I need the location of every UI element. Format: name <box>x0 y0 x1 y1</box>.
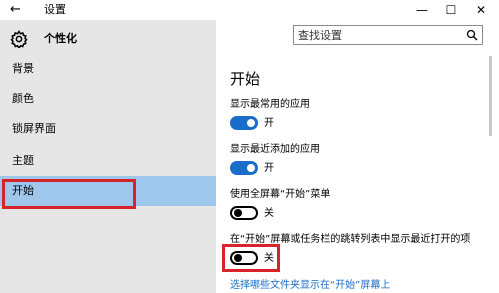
minimize-button[interactable]: — <box>412 1 432 19</box>
settings-window: ← 设置 — ☐ ✕ 个性化 背景 颜色 锁屏界面 主题 开始 查找设置 开始 … <box>0 0 499 293</box>
window-title: 设置 <box>44 3 66 16</box>
toggle-highlight-box <box>222 244 280 272</box>
toggle-knob <box>247 164 255 172</box>
setting-label: 使用全屏幕“开始”菜单 <box>230 189 331 200</box>
toggle-state-label: 开 <box>264 163 274 174</box>
toggle-state-label: 关 <box>264 208 274 219</box>
close-button[interactable]: ✕ <box>471 1 491 19</box>
sidebar-item-label: 背景 <box>12 62 34 75</box>
choose-folders-link[interactable]: 选择哪些文件夹显示在“开始”屏幕上 <box>230 279 390 292</box>
recently-added-apps-toggle[interactable] <box>230 161 258 175</box>
toggle-knob <box>234 209 242 217</box>
sidebar-item-colors[interactable]: 颜色 <box>0 84 216 114</box>
page-title: 开始 <box>230 70 261 88</box>
maximize-button[interactable]: ☐ <box>441 1 461 19</box>
full-screen-start-toggle[interactable] <box>230 206 258 220</box>
search-box[interactable] <box>293 25 483 45</box>
toggle-knob <box>247 119 255 127</box>
toggle-state-label: 开 <box>264 118 274 129</box>
sidebar-title: 个性化 <box>44 32 77 45</box>
sidebar-item-background[interactable]: 背景 <box>0 54 216 84</box>
sidebar-item-lock-screen[interactable]: 锁屏界面 <box>0 114 216 144</box>
search-icon[interactable] <box>466 29 478 41</box>
sidebar: 个性化 背景 颜色 锁屏界面 主题 开始 <box>0 20 216 293</box>
sidebar-item-label: 主题 <box>12 154 34 167</box>
selection-highlight-box <box>2 179 136 209</box>
sidebar-item-themes[interactable]: 主题 <box>0 146 216 176</box>
setting-label: 显示最近添加的应用 <box>230 144 320 155</box>
sidebar-item-label: 颜色 <box>12 92 34 105</box>
sidebar-header: 个性化 <box>0 26 216 52</box>
sidebar-item-label: 锁屏界面 <box>12 122 56 135</box>
gear-icon <box>10 30 28 48</box>
title-bar: ← 设置 — ☐ ✕ <box>0 0 499 20</box>
search-input[interactable] <box>298 27 458 43</box>
scrollbar[interactable] <box>489 56 492 136</box>
setting-label: 显示最常用的应用 <box>230 99 310 110</box>
most-used-apps-toggle[interactable] <box>230 116 258 130</box>
back-arrow-icon[interactable]: ← <box>10 2 21 18</box>
